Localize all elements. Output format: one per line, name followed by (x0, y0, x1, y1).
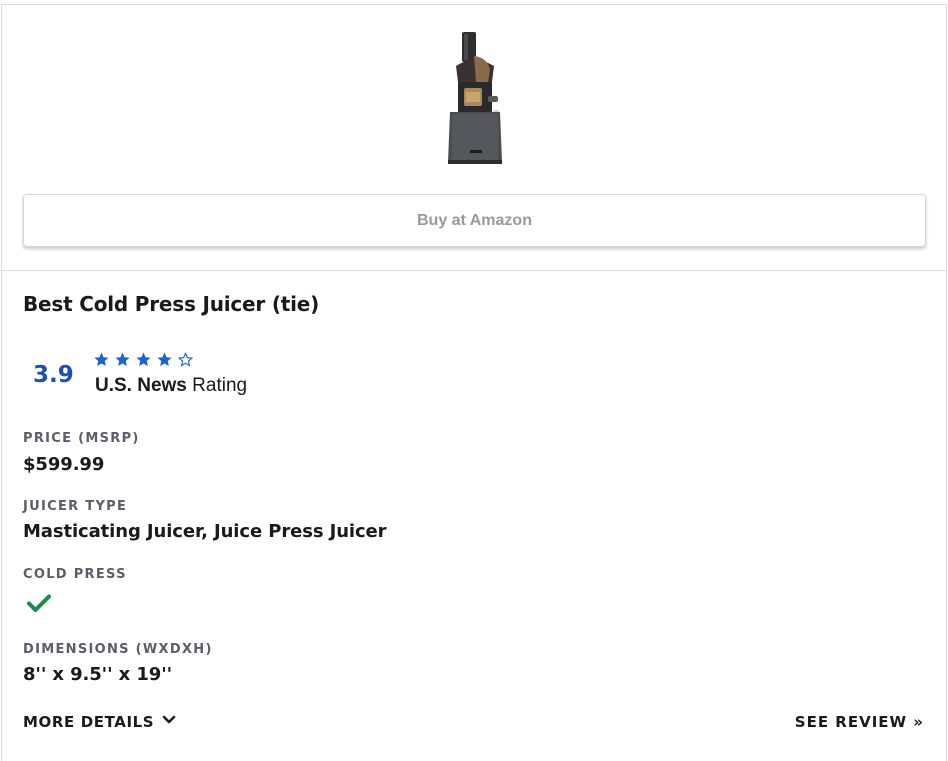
star-rating (93, 351, 194, 369)
rating-score: 3.9 (33, 362, 74, 388)
star-outline-icon (177, 351, 194, 367)
price-value: $599.99 (23, 454, 105, 475)
star-icon (157, 352, 172, 367)
chevron-down-icon (162, 715, 176, 724)
star-icon (115, 352, 130, 367)
product-info-panel (1, 270, 947, 761)
more-details-button[interactable]: MORE DETAILS (23, 713, 176, 731)
star-icon (136, 352, 151, 367)
product-image[interactable] (444, 30, 506, 165)
rating-label: U.S. News Rating (95, 375, 247, 397)
rating-brand: U.S. News (95, 375, 187, 396)
buy-at-amazon-button[interactable]: Buy at Amazon (23, 194, 926, 247)
rating-label-text: Rating (192, 375, 248, 396)
see-review-link[interactable]: SEE REVIEW » (795, 713, 924, 731)
more-details-label: MORE DETAILS (23, 713, 155, 731)
price-label: PRICE (MSRP) (23, 431, 140, 446)
star-icon (94, 352, 109, 367)
juicer-type-label: JUICER TYPE (23, 499, 128, 514)
dimensions-label: DIMENSIONS (WXDXH) (23, 642, 213, 657)
dimensions-value: 8'' x 9.5'' x 19'' (23, 664, 173, 685)
juicer-type-value: Masticating Juicer, Juice Press Juicer (23, 521, 387, 542)
check-icon (27, 594, 51, 612)
cold-press-label: COLD PRESS (23, 567, 127, 582)
product-title: Best Cold Press Juicer (tie) (23, 292, 320, 316)
